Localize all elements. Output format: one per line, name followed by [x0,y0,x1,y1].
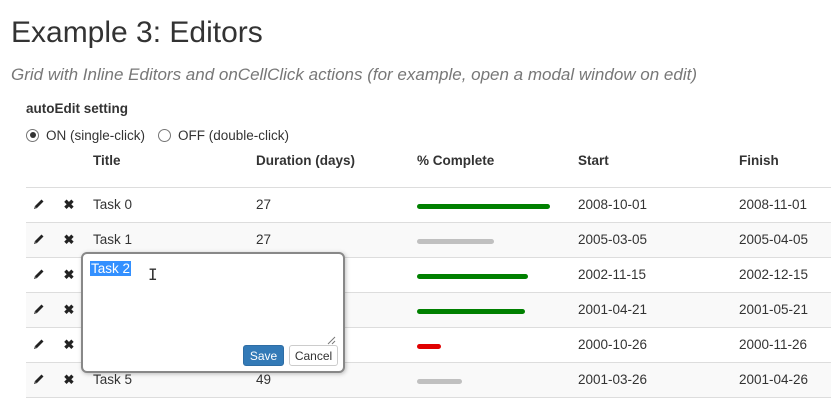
radio-off-label[interactable]: OFF (double-click) [178,128,289,143]
cell-title[interactable]: Task 1 [93,232,132,247]
pencil-icon[interactable] [32,197,46,211]
cell-finish[interactable]: 2005-04-05 [739,232,808,247]
cell-start[interactable]: 2000-10-26 [578,337,647,352]
percent-complete-bar[interactable] [417,274,528,279]
cell-start[interactable]: 2001-04-21 [578,302,647,317]
autoedit-setting-label: autoEdit setting [26,101,128,116]
pencil-icon[interactable] [32,232,46,246]
cell-start[interactable]: 2005-03-05 [578,232,647,247]
percent-complete-bar[interactable] [417,309,525,314]
cell-finish[interactable]: 2008-11-01 [739,197,807,212]
percent-complete-bar[interactable] [417,239,494,244]
page-subtitle: Grid with Inline Editors and onCellClick… [11,65,698,84]
save-button[interactable]: Save [243,345,284,366]
cell-finish[interactable]: 2001-05-21 [739,302,808,317]
close-icon[interactable]: ✖ [62,197,76,211]
radio-off-button[interactable] [158,128,172,142]
col-header-finish[interactable]: Finish [739,153,779,168]
pencil-icon[interactable] [32,302,46,316]
pencil-icon[interactable] [32,267,46,281]
percent-complete-bar[interactable] [417,344,441,349]
radio-on-label[interactable]: ON (single-click) [46,128,145,143]
long-text-editor-popup: Task 2 I Save Cancel [81,252,345,373]
close-icon[interactable]: ✖ [62,302,76,316]
cell-finish[interactable]: 2001-04-26 [739,372,808,387]
table-row[interactable]: ✖ Task 0 27 2008-10-01 2008-11-01 [26,188,831,223]
editor-selected-text: Task 2 [90,261,132,276]
text-cursor-icon: I [148,265,158,284]
cancel-button[interactable]: Cancel [289,345,338,366]
cell-title[interactable]: Task 5 [93,372,132,387]
col-header-title[interactable]: Title [93,153,121,168]
cell-start[interactable]: 2001-03-26 [578,372,647,387]
percent-complete-bar[interactable] [417,204,550,209]
percent-complete-bar[interactable] [417,379,462,384]
close-icon[interactable]: ✖ [62,232,76,246]
autoedit-radio-group: ON (single-click) OFF (double-click) [26,126,302,144]
pencil-icon[interactable] [32,337,46,351]
cell-start[interactable]: 2008-10-01 [578,197,647,212]
cell-duration[interactable]: 27 [256,232,271,247]
radio-on-button[interactable] [26,128,39,142]
col-header-start[interactable]: Start [578,153,609,168]
radio-off[interactable]: OFF (double-click) [158,128,289,143]
close-icon[interactable]: ✖ [62,372,76,386]
cell-start[interactable]: 2002-11-15 [578,267,646,282]
cell-finish[interactable]: 2002-12-15 [739,267,808,282]
page-title: Example 3: Editors [11,16,263,49]
col-header-duration[interactable]: Duration (days) [256,153,355,168]
pencil-icon[interactable] [32,372,46,386]
col-header-percent-complete[interactable]: % Complete [417,153,494,168]
cell-duration[interactable]: 27 [256,197,271,212]
cell-title[interactable]: Task 0 [93,197,132,212]
resize-grip-icon[interactable] [326,335,336,345]
cell-finish[interactable]: 2000-11-26 [739,337,807,352]
editor-textarea[interactable]: Task 2 I [90,261,340,345]
close-icon[interactable]: ✖ [62,337,76,351]
radio-on[interactable]: ON (single-click) [26,128,145,143]
grid-header: Title Duration (days) % Complete Start F… [26,150,831,188]
cell-duration[interactable]: 49 [256,372,271,387]
close-icon[interactable]: ✖ [62,267,76,281]
